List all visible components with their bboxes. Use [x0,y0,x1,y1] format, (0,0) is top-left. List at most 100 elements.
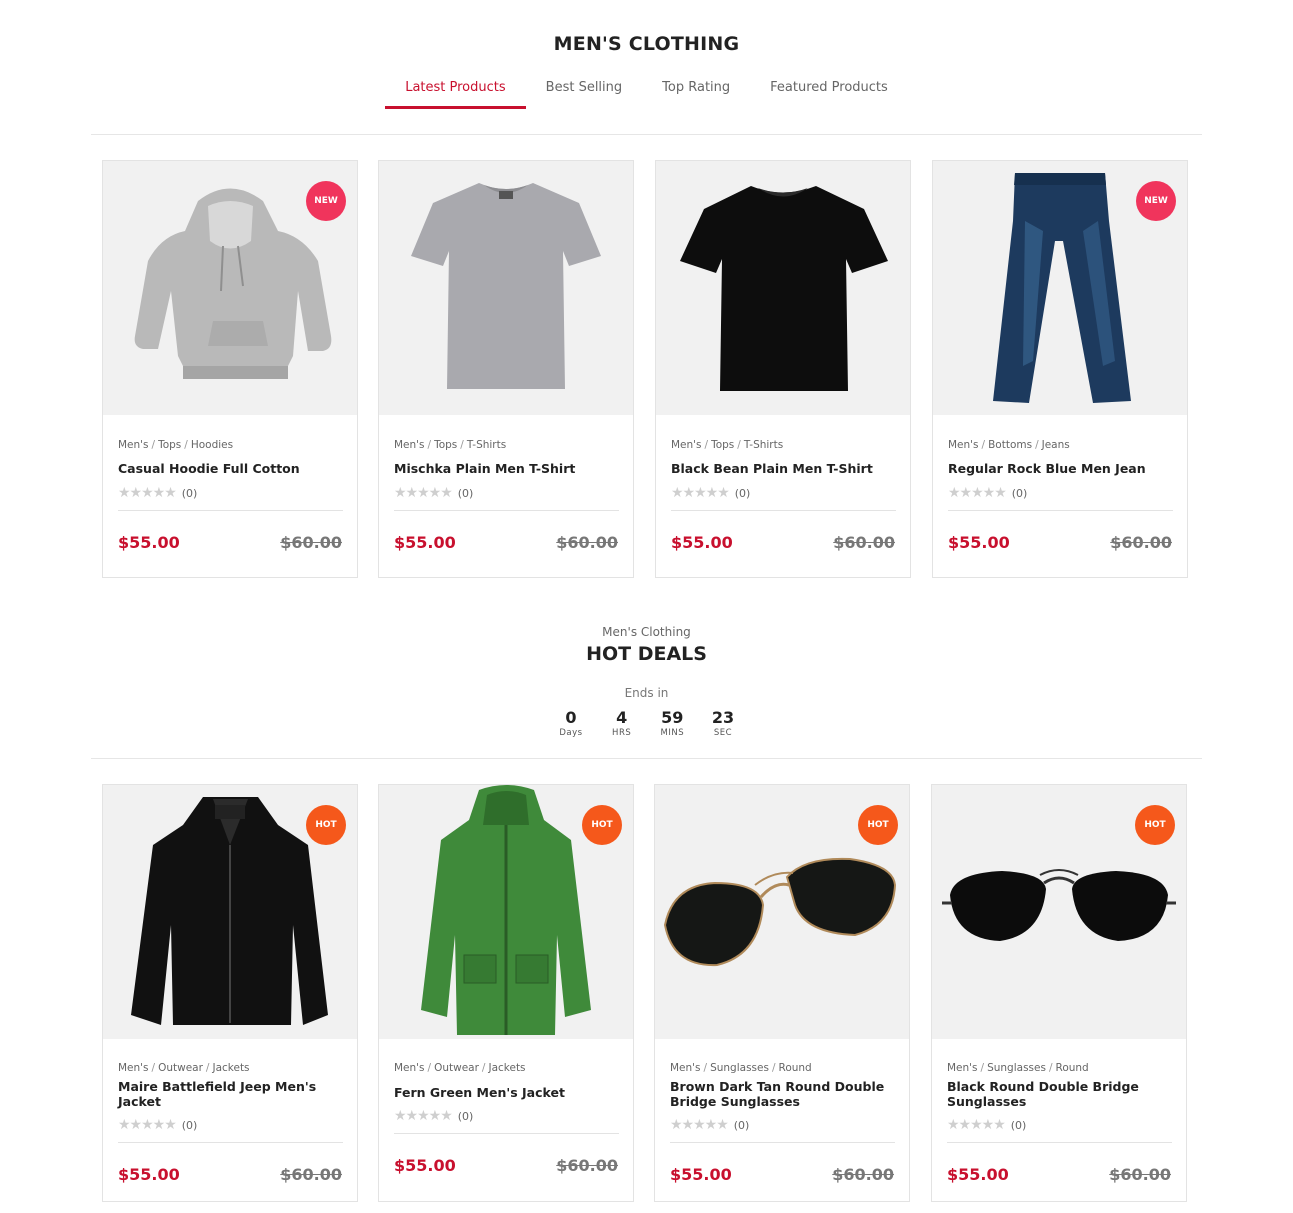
countdown-value: 59 [661,708,684,727]
ends-in-label: Ends in [624,686,669,700]
breadcrumb-link[interactable]: T-Shirts [467,439,506,451]
product-rating: ★★★★★ (0) [947,1117,1026,1133]
hot-badge: HOT [1135,805,1175,845]
product-name[interactable]: Regular Rock Blue Men Jean [948,461,1173,476]
hot-badge: HOT [582,805,622,845]
breadcrumb-separator: / [771,1062,776,1074]
rating-count: (0) [181,486,198,500]
product-price: $55.00 [394,533,456,552]
divider [91,758,1202,759]
product-image[interactable]: HOT [655,785,909,1039]
product-image[interactable]: NEW [933,161,1187,415]
product-image[interactable]: HOT [103,785,357,1039]
divider [670,1142,895,1143]
breadcrumb-link[interactable]: Jackets [212,1062,249,1074]
product-image[interactable] [656,161,910,415]
countdown-minutes: 59 MINS [652,708,692,739]
product-card[interactable]: HOT Men's / Sunglasses / Round Brown Dark Ta… [654,784,910,1202]
tab-latest-products[interactable]: Latest Products [385,78,527,109]
star-rating-icon: ★★★★★ [947,1117,1006,1133]
star-rating-icon: ★★★★★ [118,1117,177,1133]
breadcrumb-link[interactable]: Round [1056,1062,1089,1074]
divider [91,134,1202,135]
breadcrumb-link[interactable]: Men's [948,439,979,451]
product-price: $55.00 [670,1165,732,1184]
product-name[interactable]: Black Bean Plain Men T-Shirt [671,461,896,476]
product-rating: ★★★★★ (0) [670,1117,749,1133]
breadcrumb: Men's / Tops / T-Shirts [394,439,506,451]
breadcrumb-link[interactable]: Men's [394,1062,425,1074]
countdown-label: HRS [612,728,632,738]
product-card[interactable]: HOT Men's / Outwear / Jackets Fern Green Men… [378,784,634,1202]
breadcrumb-link[interactable]: Men's [671,439,702,451]
breadcrumb-separator: / [427,439,432,451]
rating-count: (0) [733,1118,750,1132]
product-rating: ★★★★★ (0) [394,1108,473,1124]
countdown-timer: 0 Days 4 HRS 59 MINS 23 SEC [551,708,743,739]
product-card[interactable]: Men's / Tops / T-Shirts Mischka Plain Men T-… [378,160,634,578]
breadcrumb-link[interactable]: Round [779,1062,812,1074]
star-rating-icon: ★★★★★ [118,485,177,501]
star-rating-icon: ★★★★★ [394,1108,453,1124]
breadcrumb-link[interactable]: Men's [118,1062,149,1074]
breadcrumb-link[interactable]: Jeans [1042,439,1070,451]
breadcrumb-link[interactable]: Men's [947,1062,978,1074]
breadcrumb-link[interactable]: Outwear [434,1062,479,1074]
breadcrumb-link[interactable]: Tops [711,439,734,451]
latest-products-grid: NEW Men's / Tops / Hoodies Casual Hoodie Ful… [102,160,1192,578]
hot-badge: HOT [858,805,898,845]
breadcrumb-link[interactable]: Sunglasses [710,1062,769,1074]
product-old-price: $60.00 [556,533,618,552]
product-tabs: Latest Products Best Selling Top Rating … [0,78,1293,109]
product-old-price: $60.00 [556,1156,618,1175]
product-name[interactable]: Casual Hoodie Full Cotton [118,461,343,476]
breadcrumb-link[interactable]: T-Shirts [744,439,783,451]
breadcrumb-link[interactable]: Men's [118,439,149,451]
countdown-hours: 4 HRS [602,709,642,739]
product-name[interactable]: Fern Green Men's Jacket [394,1085,619,1100]
breadcrumb-separator: / [981,439,986,451]
divider [947,1142,1172,1143]
breadcrumb-separator: / [980,1062,985,1074]
product-image[interactable]: NEW [103,161,357,415]
breadcrumb-link[interactable]: Men's [670,1062,701,1074]
breadcrumb-link[interactable]: Hoodies [191,439,233,451]
product-card[interactable]: HOT Men's / Sunglasses / Round Black Round D… [931,784,1187,1202]
product-rating: ★★★★★ (0) [671,485,750,501]
breadcrumb-link[interactable]: Outwear [158,1062,203,1074]
tab-top-rating[interactable]: Top Rating [642,78,750,109]
tab-featured-products[interactable]: Featured Products [750,78,908,109]
product-card[interactable]: NEW Men's / Bottoms / Jeans Regular Rock Blu… [932,160,1188,578]
product-image[interactable] [379,161,633,415]
product-name[interactable]: Mischka Plain Men T-Shirt [394,461,619,476]
divider [118,1142,343,1143]
product-name[interactable]: Brown Dark Tan Round Double Bridge Sungl… [670,1079,895,1109]
breadcrumb-link[interactable]: Bottoms [988,439,1032,451]
product-card[interactable]: Men's / Tops / T-Shirts Black Bean Plain Men… [655,160,911,578]
section-title-hot-deals: HOT DEALS [586,643,707,665]
breadcrumb-link[interactable]: Sunglasses [987,1062,1046,1074]
divider [948,510,1173,511]
breadcrumb-separator: / [704,439,709,451]
new-badge: NEW [306,181,346,221]
breadcrumb: Men's / Outwear / Jackets [394,1062,526,1074]
breadcrumb-link[interactable]: Tops [434,439,457,451]
rating-count: (0) [457,486,474,500]
product-image[interactable]: HOT [379,785,633,1039]
product-card[interactable]: HOT Men's / Outwear / Jackets Maire Battlefi… [102,784,358,1202]
product-name[interactable]: Black Round Double Bridge Sunglasses [947,1079,1172,1109]
product-image[interactable]: HOT [932,785,1186,1039]
star-rating-icon: ★★★★★ [671,485,730,501]
breadcrumb-link[interactable]: Jackets [488,1062,525,1074]
divider [394,510,619,511]
product-name[interactable]: Maire Battlefield Jeep Men's Jacket [118,1079,343,1109]
breadcrumb: Men's / Tops / T-Shirts [671,439,783,451]
hot-deals-grid: HOT Men's / Outwear / Jackets Maire Battlefi… [102,784,1192,1202]
breadcrumb-separator: / [184,439,188,451]
product-card[interactable]: NEW Men's / Tops / Hoodies Casual Hoodie Ful… [102,160,358,578]
breadcrumb-link[interactable]: Tops [158,439,181,451]
star-rating-icon: ★★★★★ [394,485,453,501]
breadcrumb-link[interactable]: Men's [394,439,425,451]
tab-best-selling[interactable]: Best Selling [526,78,643,109]
countdown-seconds: 23 SEC [703,709,743,739]
